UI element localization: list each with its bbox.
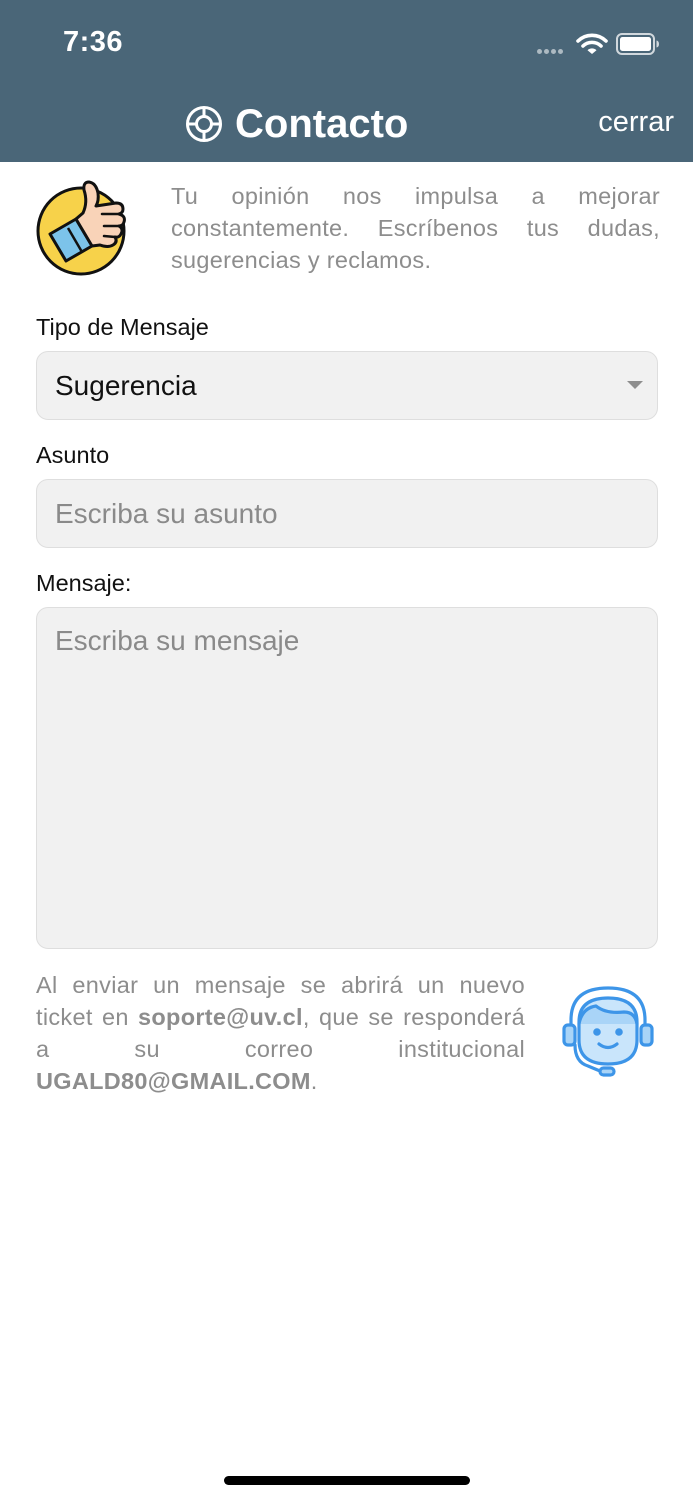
support-email: soporte@uv.cl: [138, 1004, 303, 1030]
subject-input[interactable]: [36, 479, 658, 548]
status-time: 7:36: [63, 26, 124, 58]
support-agent-icon: [562, 986, 654, 1077]
caret-down-icon: [627, 381, 643, 389]
message-textarea[interactable]: [36, 607, 658, 949]
message-type-label: Tipo de Mensaje: [36, 314, 209, 340]
battery-icon: [616, 33, 659, 55]
signal-dots-icon: [537, 49, 567, 54]
intro-section: Tu opinión nos impulsa a mejorar constan…: [36, 176, 660, 282]
footer-note: Al enviar un mensaje se abrirá un nuevo …: [36, 969, 525, 1097]
message-type-select[interactable]: Sugerencia: [36, 351, 658, 420]
close-button[interactable]: cerrar: [598, 106, 674, 139]
message-type-selected-value: Sugerencia: [55, 370, 197, 401]
app-header: 7:36 Contacto cerrar: [0, 0, 693, 162]
lifebuoy-icon: [186, 106, 222, 142]
header-title-group: Contacto: [185, 100, 408, 148]
footer-text-end: .: [310, 1068, 318, 1094]
page-title: Contacto: [235, 101, 409, 146]
thumbs-up-icon: [36, 180, 126, 276]
user-email: UGALD80@GMAIL.COM: [36, 1068, 311, 1094]
home-indicator[interactable]: [224, 1476, 470, 1485]
wifi-icon: [576, 33, 608, 54]
subject-label: Asunto: [36, 442, 110, 468]
intro-text: Tu opinión nos impulsa a mejorar constan…: [171, 183, 660, 273]
message-label: Mensaje:: [36, 570, 132, 596]
